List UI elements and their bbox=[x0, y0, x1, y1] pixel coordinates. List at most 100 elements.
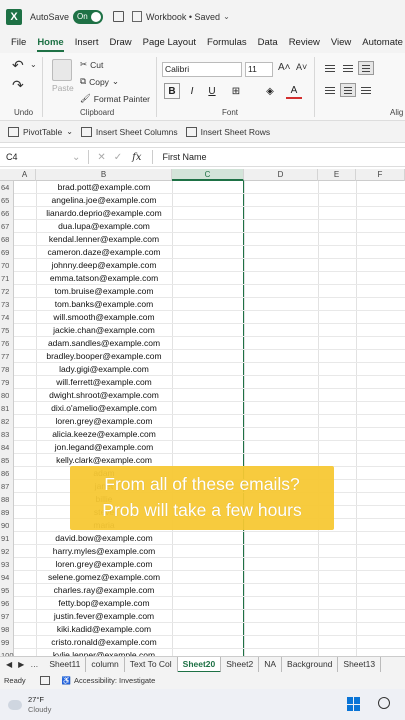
align-right-icon[interactable] bbox=[358, 83, 374, 97]
row-number[interactable]: 99 bbox=[0, 636, 14, 649]
pivottable-button[interactable]: PivotTable ⌄ bbox=[8, 126, 73, 137]
accessibility-status[interactable]: Accessibility: Investigate bbox=[74, 676, 155, 685]
row-number[interactable]: 83 bbox=[0, 428, 14, 441]
cancel-icon[interactable]: ✕ bbox=[97, 152, 105, 163]
row-number[interactable]: 100 bbox=[0, 649, 14, 656]
row-number[interactable]: 80 bbox=[0, 389, 14, 402]
name-box[interactable]: C4 bbox=[0, 148, 68, 166]
tab-insert[interactable]: Insert bbox=[75, 33, 99, 53]
row-number[interactable]: 95 bbox=[0, 584, 14, 597]
insert-sheet-rows-button[interactable]: Insert Sheet Rows bbox=[185, 126, 270, 137]
font-size-select[interactable]: 11 bbox=[245, 62, 273, 77]
name-box-dropdown-icon[interactable]: ⌄ bbox=[72, 152, 80, 163]
row-number[interactable]: 92 bbox=[0, 545, 14, 558]
align-top-icon[interactable] bbox=[322, 61, 338, 75]
row-number[interactable]: 90 bbox=[0, 519, 14, 532]
row-number[interactable]: 76 bbox=[0, 337, 14, 350]
align-left-icon[interactable] bbox=[322, 83, 338, 97]
row-number[interactable]: 70 bbox=[0, 259, 14, 272]
cut-button[interactable]: ✂ Cut bbox=[80, 59, 103, 70]
prev-sheet-icon[interactable]: ◀ bbox=[6, 660, 12, 669]
column-header-e[interactable]: E bbox=[318, 169, 356, 181]
row-number[interactable]: 74 bbox=[0, 311, 14, 324]
row-number[interactable]: 73 bbox=[0, 298, 14, 311]
tab-page-layout[interactable]: Page Layout bbox=[143, 33, 196, 53]
paste-icon[interactable] bbox=[52, 59, 72, 81]
more-sheets-icon[interactable]: … bbox=[30, 660, 38, 669]
row-number[interactable]: 98 bbox=[0, 623, 14, 636]
row-number[interactable]: 77 bbox=[0, 350, 14, 363]
row-number[interactable]: 97 bbox=[0, 610, 14, 623]
row-number[interactable]: 91 bbox=[0, 532, 14, 545]
enter-icon[interactable]: ✓ bbox=[114, 152, 122, 163]
row-number[interactable]: 72 bbox=[0, 285, 14, 298]
column-header-d[interactable]: D bbox=[244, 169, 318, 181]
sheet-tab-sheet20[interactable]: Sheet20 bbox=[177, 657, 222, 672]
row-number[interactable]: 79 bbox=[0, 376, 14, 389]
save-icon[interactable] bbox=[113, 11, 125, 22]
windows-start-icon[interactable] bbox=[347, 697, 361, 711]
format-painter-button[interactable]: 🖌 Format Painter bbox=[80, 93, 150, 104]
email-cell[interactable]: kylie.lenner@example.com bbox=[36, 649, 172, 656]
italic-icon[interactable]: I bbox=[184, 83, 200, 99]
row-number[interactable]: 71 bbox=[0, 272, 14, 285]
macro-icon[interactable] bbox=[39, 676, 50, 685]
spreadsheet-grid[interactable]: ABCDEF 64 brad.pott@example.com 65 angelina… bbox=[0, 169, 405, 656]
workbook-title[interactable]: Workbook • Saved bbox=[146, 12, 220, 22]
autosave-toggle[interactable]: On bbox=[73, 9, 104, 24]
insert-sheet-columns-button[interactable]: Insert Sheet Columns bbox=[80, 126, 178, 137]
row-number[interactable]: 68 bbox=[0, 233, 14, 246]
redo-icon[interactable]: ↷ bbox=[12, 77, 24, 94]
decrease-font-size-icon[interactable]: A˅ bbox=[296, 62, 307, 72]
chevron-down-icon[interactable]: ⌄ bbox=[223, 12, 230, 21]
row-number[interactable]: 81 bbox=[0, 402, 14, 415]
tab-home[interactable]: Home bbox=[37, 33, 65, 53]
font-name-select[interactable]: Calibri bbox=[162, 62, 242, 77]
tab-draw[interactable]: Draw bbox=[109, 33, 131, 53]
underline-icon[interactable]: U bbox=[204, 83, 220, 99]
row-number[interactable]: 94 bbox=[0, 571, 14, 584]
undo-dropdown-icon[interactable]: ⌄ bbox=[30, 60, 37, 69]
bold-icon[interactable]: B bbox=[164, 83, 180, 99]
tab-automate[interactable]: Automate bbox=[362, 33, 403, 53]
row-number[interactable]: 67 bbox=[0, 220, 14, 233]
tab-file[interactable]: File bbox=[11, 33, 26, 53]
borders-icon[interactable]: ⊞ bbox=[228, 83, 244, 99]
sheet-tab-background[interactable]: Background bbox=[282, 657, 339, 672]
row-number[interactable]: 93 bbox=[0, 558, 14, 571]
sheet-tab-sheet11[interactable]: Sheet11 bbox=[44, 657, 87, 672]
align-bottom-icon[interactable] bbox=[358, 61, 374, 75]
sheet-tab-text-to-col[interactable]: Text To Col bbox=[125, 657, 178, 672]
tab-review[interactable]: Review bbox=[289, 33, 320, 53]
insert-function-icon[interactable]: fx bbox=[132, 152, 141, 163]
search-icon[interactable] bbox=[378, 697, 390, 709]
paste-button-label[interactable]: Paste bbox=[52, 83, 74, 93]
pivottable-dropdown-icon[interactable]: ⌄ bbox=[66, 127, 73, 136]
sheet-tab-sheet2[interactable]: Sheet2 bbox=[221, 657, 260, 672]
undo-icon[interactable]: ↶ bbox=[12, 57, 24, 74]
row-number[interactable]: 85 bbox=[0, 454, 14, 467]
column-header-c[interactable]: C bbox=[172, 169, 244, 181]
column-header-f[interactable]: F bbox=[356, 169, 405, 181]
row-number[interactable]: 89 bbox=[0, 506, 14, 519]
column-header-b[interactable]: B bbox=[36, 169, 172, 181]
row-number[interactable]: 64 bbox=[0, 181, 14, 194]
weather-widget[interactable]: 27°F Cloudy bbox=[28, 695, 51, 715]
row-number[interactable]: 96 bbox=[0, 597, 14, 610]
sheet-tab-na[interactable]: NA bbox=[259, 657, 283, 672]
row-number[interactable]: 86 bbox=[0, 467, 14, 480]
tab-data[interactable]: Data bbox=[258, 33, 278, 53]
sheet-tab-sheet13[interactable]: Sheet13 bbox=[338, 657, 382, 672]
column-header-a[interactable]: A bbox=[14, 169, 36, 181]
row-number[interactable]: 66 bbox=[0, 207, 14, 220]
row-number[interactable]: 65 bbox=[0, 194, 14, 207]
row-number[interactable]: 82 bbox=[0, 415, 14, 428]
increase-font-size-icon[interactable]: A˄ bbox=[278, 62, 291, 73]
sheet-tab-column[interactable]: column bbox=[86, 657, 125, 672]
font-color-icon[interactable]: A bbox=[286, 83, 302, 99]
copy-button[interactable]: ⧉ Copy ⌄ bbox=[80, 76, 119, 87]
align-middle-icon[interactable] bbox=[340, 61, 356, 75]
formula-input[interactable]: First Name bbox=[163, 152, 207, 162]
align-center-icon[interactable] bbox=[340, 83, 356, 97]
row-number[interactable]: 75 bbox=[0, 324, 14, 337]
